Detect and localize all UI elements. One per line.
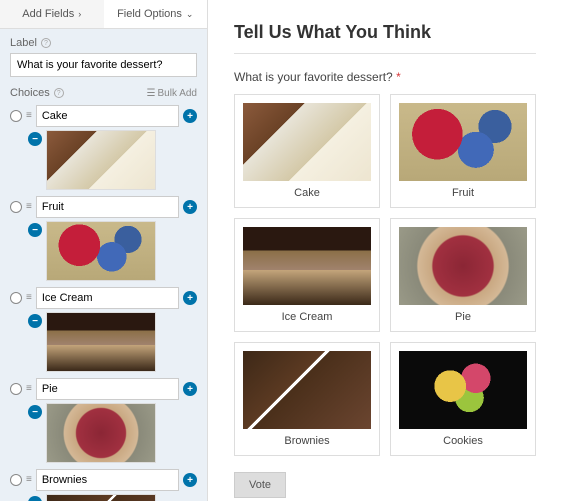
- label-section-heading: Label ?: [10, 37, 197, 49]
- drag-handle-icon[interactable]: ≡: [26, 475, 32, 485]
- choice-thumbnail[interactable]: [46, 221, 156, 281]
- help-icon[interactable]: ?: [54, 88, 64, 98]
- image-options-grid: Cake Fruit Ice Cream Pie Brownies Cookies: [234, 94, 536, 456]
- image-option[interactable]: Pie: [390, 218, 536, 332]
- choices-list: ≡ + − ≡ + − ≡ + − ≡ + − ≡ + −: [10, 105, 197, 501]
- choice-text-input[interactable]: [36, 287, 179, 309]
- tab-add-fields[interactable]: Add Fields ›: [0, 0, 104, 28]
- image-option[interactable]: Cookies: [390, 342, 536, 456]
- option-label: Brownies: [284, 435, 329, 447]
- image-option[interactable]: Fruit: [390, 94, 536, 208]
- image-option[interactable]: Cake: [234, 94, 380, 208]
- image-option[interactable]: Ice Cream: [234, 218, 380, 332]
- drag-handle-icon[interactable]: ≡: [26, 384, 32, 394]
- required-mark: *: [396, 70, 401, 84]
- tab-field-options[interactable]: Field Options ⌄: [104, 0, 208, 28]
- submit-button[interactable]: Vote: [234, 472, 286, 498]
- drag-handle-icon[interactable]: ≡: [26, 293, 32, 303]
- choice-thumbnail[interactable]: [46, 403, 156, 463]
- chevron-right-icon: ›: [78, 9, 81, 19]
- radio-default-icon[interactable]: [10, 292, 22, 304]
- bulk-add-button[interactable]: ☰ Bulk Add: [147, 88, 197, 99]
- radio-default-icon[interactable]: [10, 201, 22, 213]
- add-choice-button[interactable]: +: [183, 382, 197, 396]
- choice-row: ≡ + −: [10, 287, 197, 372]
- tab-field-options-label: Field Options: [117, 8, 182, 20]
- remove-choice-button[interactable]: −: [28, 132, 42, 146]
- field-options-panel: Label ? Choices ? ☰ Bulk Add ≡ + − ≡ + − ≡ + − ≡ +…: [0, 29, 207, 501]
- add-choice-button[interactable]: +: [183, 473, 197, 487]
- option-label: Fruit: [452, 187, 474, 199]
- sidebar-tabs: Add Fields › Field Options ⌄: [0, 0, 207, 29]
- option-image: [399, 227, 527, 305]
- remove-choice-button[interactable]: −: [28, 314, 42, 328]
- choice-text-input[interactable]: [36, 105, 179, 127]
- choices-header: Choices ? ☰ Bulk Add: [10, 87, 197, 99]
- choice-row: ≡ + −: [10, 469, 197, 501]
- option-image: [243, 351, 371, 429]
- field-editor-sidebar: Add Fields › Field Options ⌄ Label ? Cho…: [0, 0, 208, 501]
- option-image: [399, 351, 527, 429]
- drag-handle-icon[interactable]: ≡: [26, 202, 32, 212]
- form-title: Tell Us What You Think: [234, 22, 536, 43]
- tab-add-fields-label: Add Fields: [22, 8, 74, 20]
- choice-thumbnail[interactable]: [46, 494, 156, 501]
- field-label-input[interactable]: [10, 53, 197, 77]
- add-choice-button[interactable]: +: [183, 291, 197, 305]
- bulk-add-label: Bulk Add: [158, 88, 197, 99]
- choice-row: ≡ + −: [10, 196, 197, 281]
- image-option[interactable]: Brownies: [234, 342, 380, 456]
- option-label: Cake: [294, 187, 320, 199]
- drag-handle-icon[interactable]: ≡: [26, 111, 32, 121]
- radio-default-icon[interactable]: [10, 383, 22, 395]
- help-icon[interactable]: ?: [41, 38, 51, 48]
- divider: [234, 53, 536, 54]
- option-label: Cookies: [443, 435, 483, 447]
- remove-choice-button[interactable]: −: [28, 405, 42, 419]
- remove-choice-button[interactable]: −: [28, 496, 42, 501]
- choice-text-input[interactable]: [36, 378, 179, 400]
- choice-text-input[interactable]: [36, 469, 179, 491]
- option-label: Pie: [455, 311, 471, 323]
- form-preview: Tell Us What You Think What is your favo…: [208, 0, 562, 501]
- option-label: Ice Cream: [282, 311, 333, 323]
- label-heading-text: Label: [10, 37, 37, 49]
- option-image: [243, 227, 371, 305]
- option-image: [399, 103, 527, 181]
- chevron-down-icon: ⌄: [186, 9, 194, 20]
- option-image: [243, 103, 371, 181]
- choice-text-input[interactable]: [36, 196, 179, 218]
- choice-thumbnail[interactable]: [46, 130, 156, 190]
- radio-default-icon[interactable]: [10, 474, 22, 486]
- choice-row: ≡ + −: [10, 378, 197, 463]
- choices-heading-text: Choices: [10, 87, 50, 99]
- choice-thumbnail[interactable]: [46, 312, 156, 372]
- add-choice-button[interactable]: +: [183, 200, 197, 214]
- radio-default-icon[interactable]: [10, 110, 22, 122]
- remove-choice-button[interactable]: −: [28, 223, 42, 237]
- question-text: What is your favorite dessert?: [234, 70, 393, 84]
- add-choice-button[interactable]: +: [183, 109, 197, 123]
- list-icon: ☰: [147, 88, 156, 99]
- question-label: What is your favorite dessert? *: [234, 70, 536, 84]
- choice-row: ≡ + −: [10, 105, 197, 190]
